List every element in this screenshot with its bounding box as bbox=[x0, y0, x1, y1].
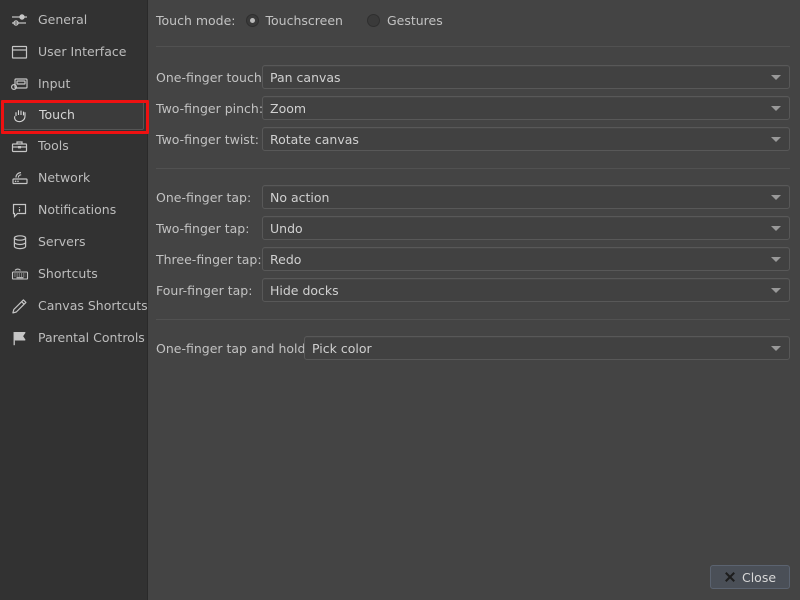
row-two-finger-pinch: Two-finger pinch: Zoom bbox=[156, 96, 790, 120]
sidebar-item-label: Input bbox=[38, 75, 71, 91]
touch-mode-row: Touch mode: Touchscreen Gestures bbox=[156, 10, 467, 30]
combo-value: Pick color bbox=[312, 340, 372, 356]
row-two-finger-twist: Two-finger twist: Rotate canvas bbox=[156, 127, 790, 151]
sidebar-item-input[interactable]: Input bbox=[0, 68, 148, 100]
separator-bottom bbox=[156, 319, 790, 320]
sidebar-item-label: Canvas Shortcuts bbox=[38, 297, 148, 313]
radio-label-gestures: Gestures bbox=[386, 12, 443, 28]
sidebar-item-shortcuts[interactable]: Shortcuts bbox=[0, 258, 148, 290]
label-three-finger-tap: Three-finger tap: bbox=[156, 251, 262, 267]
sidebar-item-network[interactable]: Network bbox=[0, 162, 148, 194]
sidebar-item-servers[interactable]: Servers bbox=[0, 226, 148, 258]
row-two-finger-tap: Two-finger tap: Undo bbox=[156, 216, 790, 240]
combo-two-finger-twist[interactable]: Rotate canvas bbox=[262, 127, 790, 151]
radio-indicator-gestures[interactable] bbox=[366, 13, 380, 27]
combo-two-finger-pinch[interactable]: Zoom bbox=[262, 96, 790, 120]
combo-value: No action bbox=[270, 189, 330, 205]
combo-value: Undo bbox=[270, 220, 303, 236]
sliders-icon bbox=[10, 11, 29, 30]
chevron-down-icon bbox=[771, 346, 781, 351]
touch-settings-panel: Touch mode: Touchscreen Gestures One-fin… bbox=[148, 0, 800, 600]
sidebar-item-label: User Interface bbox=[38, 43, 127, 59]
separator-middle bbox=[156, 168, 790, 169]
chevron-down-icon bbox=[771, 75, 781, 80]
separator-top bbox=[156, 46, 790, 47]
sidebar-item-label: Tools bbox=[38, 137, 69, 153]
row-one-finger-tap: One-finger tap: No action bbox=[156, 185, 790, 209]
preferences-dialog: General User Interface Input Touch Tools… bbox=[0, 0, 800, 600]
label-one-finger-tap-and-hold: One-finger tap and hold: bbox=[156, 340, 310, 356]
close-icon bbox=[724, 571, 736, 583]
hand-icon bbox=[11, 106, 30, 125]
sidebar-item-label: General bbox=[38, 11, 88, 27]
tablet-input-icon bbox=[10, 75, 29, 94]
sidebar-item-label: Parental Controls bbox=[38, 329, 145, 345]
combo-value: Redo bbox=[270, 251, 302, 267]
row-one-finger-touch: One-finger touch: Pan canvas bbox=[156, 65, 790, 89]
close-button-label: Close bbox=[741, 569, 777, 585]
database-icon bbox=[10, 233, 29, 252]
combo-one-finger-tap-and-hold[interactable]: Pick color bbox=[304, 336, 790, 360]
combo-value: Zoom bbox=[270, 100, 307, 116]
radio-touchscreen[interactable]: Touchscreen bbox=[245, 12, 343, 28]
sidebar-item-touch[interactable]: Touch bbox=[3, 100, 144, 130]
sidebar-item-label: Notifications bbox=[38, 201, 117, 217]
radio-label-touchscreen: Touchscreen bbox=[265, 12, 343, 28]
label-one-finger-touch: One-finger touch: bbox=[156, 69, 266, 85]
close-button[interactable]: Close bbox=[710, 565, 790, 589]
sidebar-item-label: Servers bbox=[38, 233, 86, 249]
settings-sidebar: General User Interface Input Touch Tools… bbox=[0, 0, 149, 600]
pencil-icon bbox=[10, 297, 29, 316]
combo-value: Hide docks bbox=[270, 282, 339, 298]
sidebar-item-notifications[interactable]: Notifications bbox=[0, 194, 148, 226]
chevron-down-icon bbox=[771, 226, 781, 231]
touch-mode-label: Touch mode: bbox=[156, 12, 236, 28]
notification-icon bbox=[10, 201, 29, 220]
chevron-down-icon bbox=[771, 195, 781, 200]
label-one-finger-tap: One-finger tap: bbox=[156, 189, 252, 205]
sidebar-item-label: Network bbox=[38, 169, 91, 185]
combo-one-finger-touch[interactable]: Pan canvas bbox=[262, 65, 790, 89]
label-two-finger-tap: Two-finger tap: bbox=[156, 220, 250, 236]
row-one-finger-tap-and-hold: One-finger tap and hold: Pick color bbox=[156, 336, 790, 360]
toolbox-icon bbox=[10, 137, 29, 156]
network-icon bbox=[10, 169, 29, 188]
combo-three-finger-tap[interactable]: Redo bbox=[262, 247, 790, 271]
combo-value: Pan canvas bbox=[270, 69, 341, 85]
sidebar-item-label: Touch bbox=[39, 106, 75, 122]
chevron-down-icon bbox=[771, 257, 781, 262]
label-two-finger-twist: Two-finger twist: bbox=[156, 131, 259, 147]
combo-value: Rotate canvas bbox=[270, 131, 359, 147]
label-four-finger-tap: Four-finger tap: bbox=[156, 282, 253, 298]
sidebar-item-parental-controls[interactable]: Parental Controls bbox=[0, 322, 148, 354]
sidebar-item-canvas-shortcuts[interactable]: Canvas Shortcuts bbox=[0, 290, 148, 322]
label-two-finger-pinch: Two-finger pinch: bbox=[156, 100, 264, 116]
combo-four-finger-tap[interactable]: Hide docks bbox=[262, 278, 790, 302]
sidebar-item-general[interactable]: General bbox=[0, 4, 148, 36]
keyboard-icon bbox=[10, 265, 29, 284]
window-icon bbox=[10, 43, 29, 62]
radio-indicator-touchscreen[interactable] bbox=[245, 13, 259, 27]
sidebar-item-tools[interactable]: Tools bbox=[0, 130, 148, 162]
chevron-down-icon bbox=[771, 137, 781, 142]
chevron-down-icon bbox=[771, 288, 781, 293]
chevron-down-icon bbox=[771, 106, 781, 111]
sidebar-item-user-interface[interactable]: User Interface bbox=[0, 36, 148, 68]
sidebar-item-label: Shortcuts bbox=[38, 265, 98, 281]
combo-one-finger-tap[interactable]: No action bbox=[262, 185, 790, 209]
combo-two-finger-tap[interactable]: Undo bbox=[262, 216, 790, 240]
radio-gestures[interactable]: Gestures bbox=[366, 12, 443, 28]
row-four-finger-tap: Four-finger tap: Hide docks bbox=[156, 278, 790, 302]
row-three-finger-tap: Three-finger tap: Redo bbox=[156, 247, 790, 271]
flag-icon bbox=[10, 329, 29, 348]
